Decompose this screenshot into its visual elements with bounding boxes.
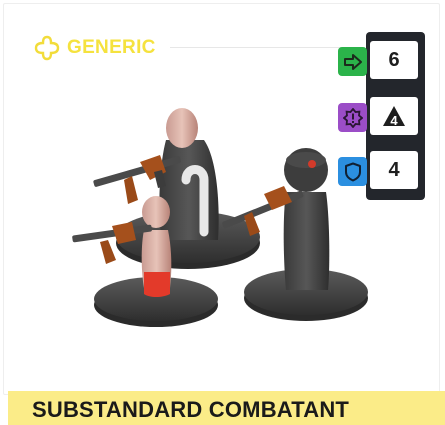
miniature-figures — [72, 108, 368, 327]
faction-header: GENERIC — [34, 34, 156, 62]
unit-card[interactable]: GENERIC 6 4 4 SUBSTANDARD COMBATANT — [0, 0, 445, 425]
faction-emblem-icon — [34, 35, 60, 61]
stat-movement: 6 — [338, 41, 422, 79]
figure-back — [93, 108, 260, 269]
movement-value: 6 — [370, 41, 418, 79]
stats-panel: 6 4 4 — [338, 32, 425, 200]
defense-value: 4 — [370, 151, 418, 189]
alert-value: 4 — [370, 97, 418, 135]
move-arrow-icon — [338, 47, 367, 76]
faction-label: GENERIC — [67, 37, 156, 58]
faction-divider — [170, 47, 345, 48]
alert-number: 4 — [390, 112, 398, 128]
unit-name: SUBSTANDARD COMBATANT — [32, 397, 350, 422]
